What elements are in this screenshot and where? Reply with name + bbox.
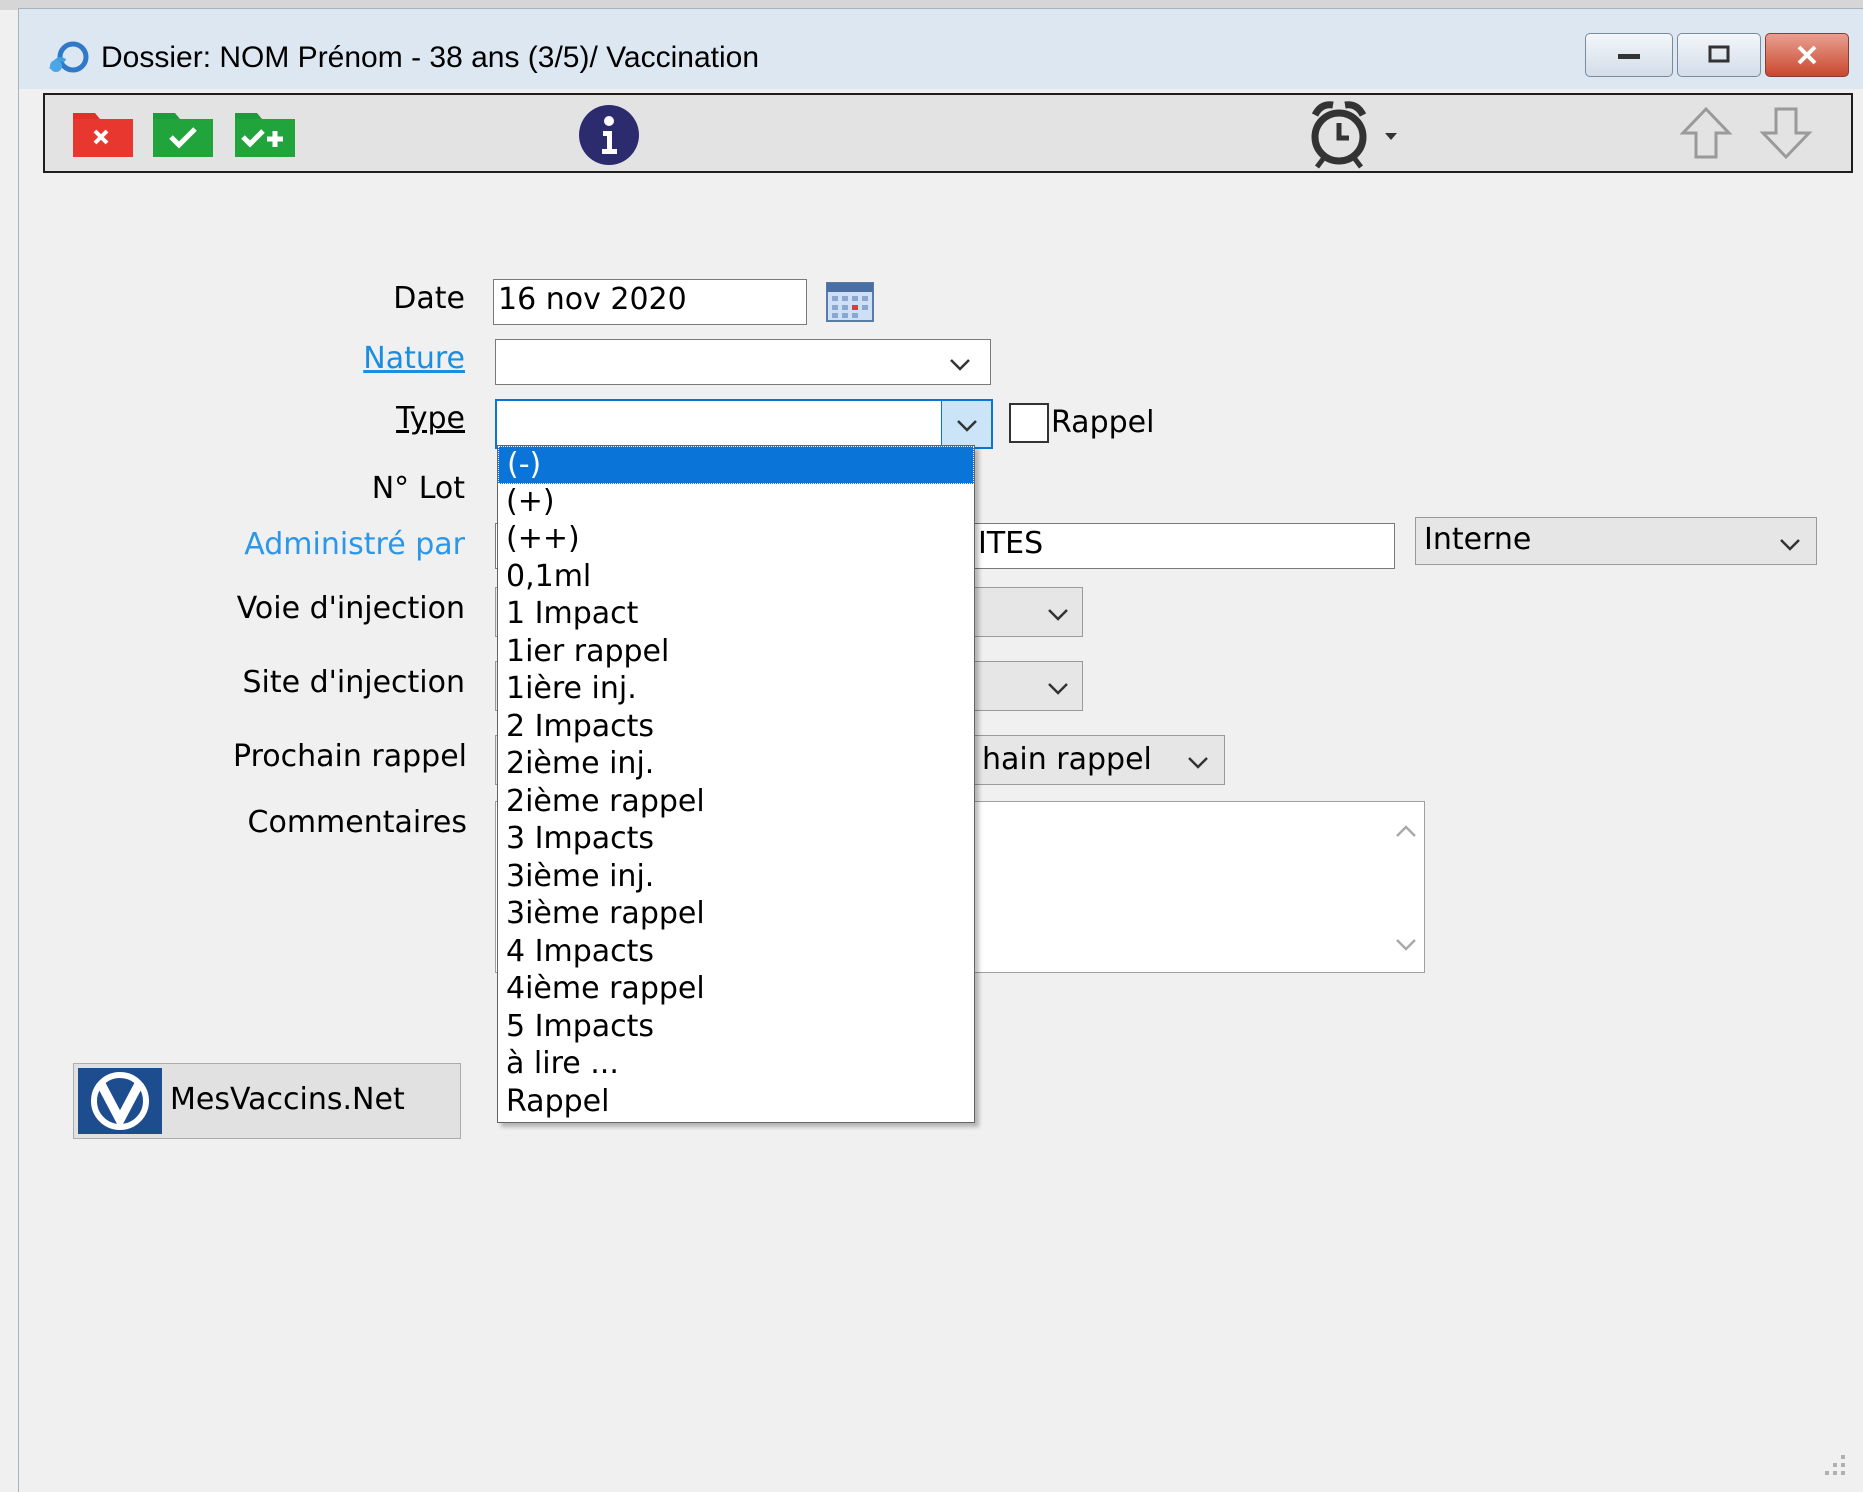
minimize-button[interactable] — [1585, 33, 1673, 77]
list-item[interactable]: 1ière inj. — [498, 671, 974, 709]
nature-label[interactable]: Nature — [179, 341, 465, 376]
list-item[interactable]: 3ième inj. — [498, 859, 974, 897]
administre-par-origin-value: Interne — [1424, 522, 1532, 557]
rappel-checkbox[interactable] — [1009, 403, 1049, 443]
administre-par-visible-text: ITES — [978, 526, 1044, 561]
administre-par-origin-select[interactable]: Interne — [1415, 517, 1817, 565]
list-item[interactable]: 2ième inj. — [498, 746, 974, 784]
list-item[interactable]: 2 Impacts — [498, 709, 974, 747]
lot-label: N° Lot — [371, 471, 465, 506]
close-button[interactable] — [1765, 33, 1849, 77]
alarm-clock-icon[interactable] — [1305, 99, 1405, 169]
mesvaccins-logo-icon — [78, 1068, 162, 1134]
chevron-down-icon — [1188, 757, 1208, 769]
list-item[interactable]: 3ième rappel — [498, 896, 974, 934]
nature-select[interactable] — [495, 339, 991, 385]
prochain-rappel-visible-text: hain rappel — [982, 742, 1152, 777]
list-item[interactable]: 4ième rappel — [498, 971, 974, 1009]
folder-save-add-icon[interactable] — [233, 103, 297, 159]
rappel-checkbox-label: Rappel — [1051, 405, 1155, 440]
chevron-down-icon — [957, 420, 977, 432]
info-icon[interactable] — [577, 103, 641, 167]
restore-button[interactable] — [1677, 33, 1761, 77]
list-item[interactable]: (-) — [498, 446, 974, 484]
scroll-down-icon[interactable] — [1392, 934, 1420, 954]
folder-save-icon[interactable] — [151, 103, 215, 159]
list-item[interactable]: 4 Impacts — [498, 934, 974, 972]
list-item[interactable]: (++) — [498, 521, 974, 559]
toolbar — [43, 93, 1853, 173]
folder-cancel-icon[interactable] — [71, 103, 135, 159]
list-item[interactable]: 3 Impacts — [498, 821, 974, 859]
mesvaccins-label: MesVaccins.Net — [170, 1082, 405, 1117]
list-item[interactable]: 5 Impacts — [498, 1009, 974, 1047]
mesvaccins-button[interactable]: MesVaccins.Net — [73, 1063, 461, 1139]
commentaires-scrollbar[interactable] — [1388, 802, 1424, 972]
type-dropdown-button[interactable] — [941, 401, 991, 447]
list-item[interactable]: à lire ... — [498, 1046, 974, 1084]
list-item[interactable]: 1 Impact — [498, 596, 974, 634]
restore-icon — [1708, 45, 1730, 63]
commentaires-label: Commentaires — [247, 805, 467, 840]
vaccination-window: Dossier: NOM Prénom - 38 ans (3/5)/ Vacc… — [18, 8, 1863, 1492]
list-item[interactable]: Rappel — [498, 1084, 974, 1122]
type-label: Type — [396, 401, 465, 436]
prochain-rappel-label: Prochain rappel — [233, 739, 467, 774]
app-logo-icon — [49, 41, 89, 73]
scroll-up-icon[interactable] — [1392, 822, 1420, 842]
date-input[interactable]: 16 nov 2020 — [493, 279, 807, 325]
arrow-up-icon[interactable] — [1679, 105, 1733, 161]
list-item[interactable]: 1ier rappel — [498, 634, 974, 672]
minimize-icon — [1618, 54, 1640, 59]
type-dropdown-list: (-) (+) (++) 0,1ml 1 Impact 1ier rappel … — [497, 445, 975, 1123]
chevron-down-icon — [950, 359, 970, 371]
window-title: Dossier: NOM Prénom - 38 ans (3/5)/ Vacc… — [101, 41, 760, 74]
list-item[interactable]: (+) — [498, 484, 974, 522]
date-label: Date — [393, 281, 465, 316]
date-value: 16 nov 2020 — [498, 282, 687, 317]
chevron-down-icon — [1780, 539, 1800, 551]
site-injection-label: Site d'injection — [242, 665, 465, 700]
list-item[interactable]: 2ième rappel — [498, 784, 974, 822]
chevron-down-icon — [1048, 683, 1068, 695]
type-select[interactable] — [495, 399, 993, 449]
arrow-down-icon[interactable] — [1759, 105, 1813, 161]
chevron-down-icon — [1048, 609, 1068, 621]
resize-grip-icon[interactable] — [1819, 1449, 1849, 1479]
list-item[interactable]: 0,1ml — [498, 559, 974, 597]
calendar-icon[interactable] — [825, 279, 875, 323]
voie-injection-label: Voie d'injection — [236, 591, 465, 626]
close-icon — [1797, 45, 1817, 65]
title-bar[interactable]: Dossier: NOM Prénom - 38 ans (3/5)/ Vacc… — [19, 9, 1863, 89]
administre-par-label[interactable]: Administré par — [119, 527, 465, 562]
